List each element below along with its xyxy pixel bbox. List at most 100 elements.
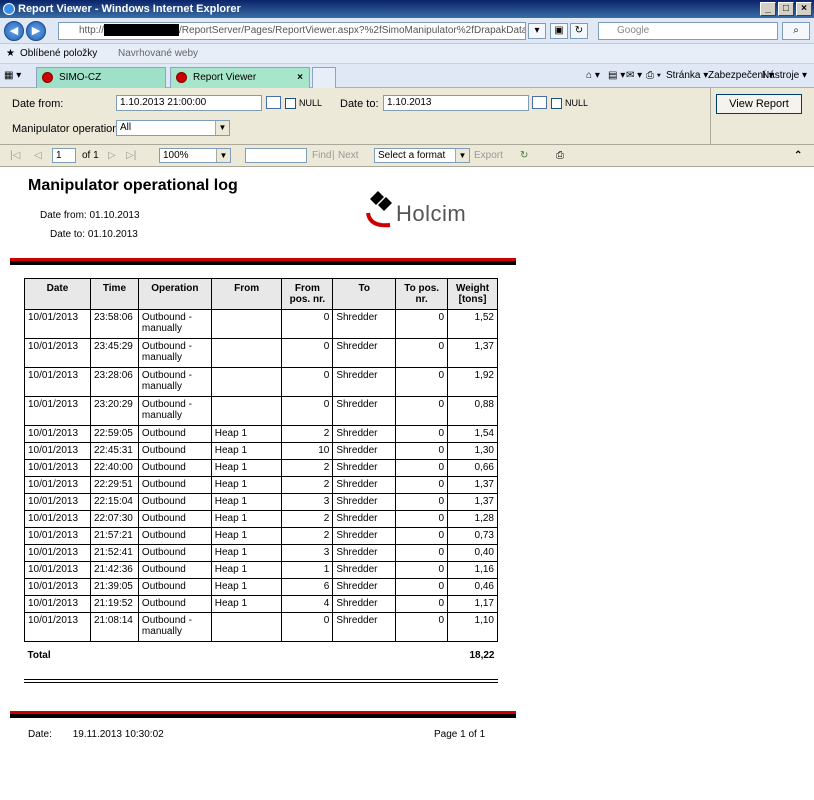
calendar-icon[interactable] bbox=[266, 96, 281, 109]
refresh-report-icon[interactable]: ↻ bbox=[520, 145, 528, 167]
date-from-null-checkbox[interactable] bbox=[285, 98, 296, 109]
cell-to: Shredder bbox=[332, 561, 397, 579]
cell-to-pos: 0 bbox=[395, 544, 449, 562]
quick-tabs-icon[interactable]: ▦ ▾ bbox=[4, 64, 21, 88]
date-to-input[interactable]: 1.10.2013 bbox=[383, 95, 529, 111]
report-title: Manipulator operational log bbox=[28, 177, 238, 194]
tab-simo-cz[interactable]: SIMO-CZ bbox=[36, 67, 166, 88]
cell-operation: Outbound bbox=[137, 442, 212, 460]
cell-time: 21:39:05 bbox=[89, 578, 139, 596]
cell-from-pos: 2 bbox=[281, 459, 334, 477]
cell-from: Heap 1 bbox=[210, 595, 283, 613]
page-number-input[interactable]: 1 bbox=[52, 148, 76, 163]
page-menu[interactable]: Stránka ▾ bbox=[666, 64, 708, 88]
search-input[interactable]: Google bbox=[598, 22, 778, 40]
cell-to-pos: 0 bbox=[395, 396, 449, 426]
col-operation: Operation bbox=[137, 278, 212, 310]
cell-date: 10/01/2013 bbox=[24, 309, 91, 339]
address-dropdown-icon[interactable]: ▾ bbox=[528, 23, 546, 39]
col-date: Date bbox=[24, 278, 91, 310]
cell-from: Heap 1 bbox=[210, 476, 283, 494]
cell-from-pos: 0 bbox=[281, 309, 334, 339]
new-tab-button[interactable] bbox=[312, 67, 336, 88]
cell-to: Shredder bbox=[332, 476, 397, 494]
home-icon[interactable]: ⌂ ▾ bbox=[586, 64, 600, 88]
first-page-icon[interactable]: |◁ bbox=[10, 145, 20, 167]
print-report-icon[interactable]: ⎙ bbox=[556, 145, 564, 167]
cell-time: 22:07:30 bbox=[89, 510, 139, 528]
date-to-null-checkbox[interactable] bbox=[551, 98, 562, 109]
null-label: NULL bbox=[299, 98, 323, 108]
last-page-icon[interactable]: ▷| bbox=[126, 145, 136, 167]
cell-to: Shredder bbox=[332, 309, 397, 339]
zoom-select[interactable]: 100% ▼ bbox=[159, 148, 231, 163]
mail-icon[interactable]: ✉ ▾ bbox=[626, 64, 642, 88]
cell-weight: 0,88 bbox=[447, 396, 498, 426]
export-format-select[interactable]: Select a format ▼ bbox=[374, 148, 470, 163]
cell-operation: Outbound bbox=[137, 459, 212, 477]
cell-to: Shredder bbox=[332, 396, 397, 426]
cell-from: Heap 1 bbox=[210, 544, 283, 562]
next-link[interactable]: Next bbox=[338, 145, 359, 167]
cell-to: Shredder bbox=[332, 459, 397, 477]
search-icon[interactable]: ⌕ bbox=[782, 22, 810, 40]
refresh-icon[interactable]: ↻ bbox=[570, 23, 588, 39]
cell-weight: 1,37 bbox=[447, 476, 498, 494]
cell-to-pos: 0 bbox=[395, 367, 449, 397]
cell-operation: Outbound bbox=[137, 476, 212, 494]
compat-view-icon[interactable]: ▣ bbox=[550, 23, 568, 39]
manipulator-operation-select[interactable]: All ▼ bbox=[116, 120, 230, 136]
minimize-button[interactable]: _ bbox=[760, 2, 776, 16]
cell-date: 10/01/2013 bbox=[24, 612, 91, 642]
cell-weight: 1,17 bbox=[447, 595, 498, 613]
view-report-button[interactable]: View Report bbox=[716, 94, 802, 114]
tab-report-viewer[interactable]: Report Viewer × bbox=[170, 67, 310, 88]
feeds-icon[interactable]: ▤ ▾ bbox=[608, 64, 625, 88]
find-link[interactable]: Find bbox=[312, 145, 331, 167]
cell-operation: Outbound - manually bbox=[137, 338, 212, 368]
page-count: of 1 bbox=[82, 150, 99, 161]
calendar-icon[interactable] bbox=[532, 96, 547, 109]
parameter-panel: Date from: 1.10.2013 21:00:00 NULL Date … bbox=[0, 88, 814, 145]
cell-weight: 1,30 bbox=[447, 442, 498, 460]
favorites-star-icon[interactable]: ★ bbox=[6, 44, 15, 64]
cell-operation: Outbound - manually bbox=[137, 396, 212, 426]
cell-to: Shredder bbox=[332, 510, 397, 528]
address-input[interactable]: http:// /ReportServer/Pages/ReportViewer.… bbox=[58, 22, 526, 40]
cell-to-pos: 0 bbox=[395, 561, 449, 579]
cell-to: Shredder bbox=[332, 527, 397, 545]
find-input[interactable] bbox=[245, 148, 307, 163]
print-icon[interactable]: ⎙ ▾ bbox=[646, 64, 661, 88]
maximize-button[interactable]: □ bbox=[778, 2, 794, 16]
cell-to-pos: 0 bbox=[395, 510, 449, 528]
suggested-sites-label[interactable]: Navrhované weby bbox=[118, 44, 198, 64]
next-page-icon[interactable]: ▷ bbox=[108, 145, 116, 167]
export-link[interactable]: Export bbox=[474, 145, 503, 167]
address-prefix: http:// bbox=[79, 25, 105, 36]
cell-time: 22:15:04 bbox=[89, 493, 139, 511]
cell-from: Heap 1 bbox=[210, 493, 283, 511]
date-from-input[interactable]: 1.10.2013 21:00:00 bbox=[116, 95, 262, 111]
report-toolbar: |◁ ◁ 1 of 1 ▷ ▷| 100% ▼ Find | Next Sele… bbox=[0, 145, 814, 167]
forward-icon[interactable]: ▶ bbox=[26, 21, 46, 41]
chevron-down-icon: ▼ bbox=[455, 149, 469, 162]
cell-date: 10/01/2013 bbox=[24, 493, 91, 511]
cell-date: 10/01/2013 bbox=[24, 442, 91, 460]
back-icon[interactable]: ◀ bbox=[4, 21, 24, 41]
close-tab-icon[interactable]: × bbox=[297, 68, 303, 87]
tools-menu[interactable]: Nástroje ▾ bbox=[762, 64, 807, 88]
cell-to-pos: 0 bbox=[395, 578, 449, 596]
cell-from: Heap 1 bbox=[210, 578, 283, 596]
date-to-label: Date to: bbox=[340, 98, 379, 110]
cell-time: 21:42:36 bbox=[89, 561, 139, 579]
favorites-label[interactable]: Oblíbené položky bbox=[20, 44, 97, 64]
prev-page-icon[interactable]: ◁ bbox=[34, 145, 42, 167]
cell-date: 10/01/2013 bbox=[24, 476, 91, 494]
cell-from-pos: 0 bbox=[281, 338, 334, 368]
date-to-label: Date to: bbox=[50, 229, 86, 240]
collapse-params-icon[interactable]: ⌃ bbox=[794, 145, 802, 167]
cell-operation: Outbound - manually bbox=[137, 612, 212, 642]
cell-to-pos: 0 bbox=[395, 459, 449, 477]
cell-from bbox=[210, 396, 283, 426]
close-window-button[interactable]: × bbox=[796, 2, 812, 16]
